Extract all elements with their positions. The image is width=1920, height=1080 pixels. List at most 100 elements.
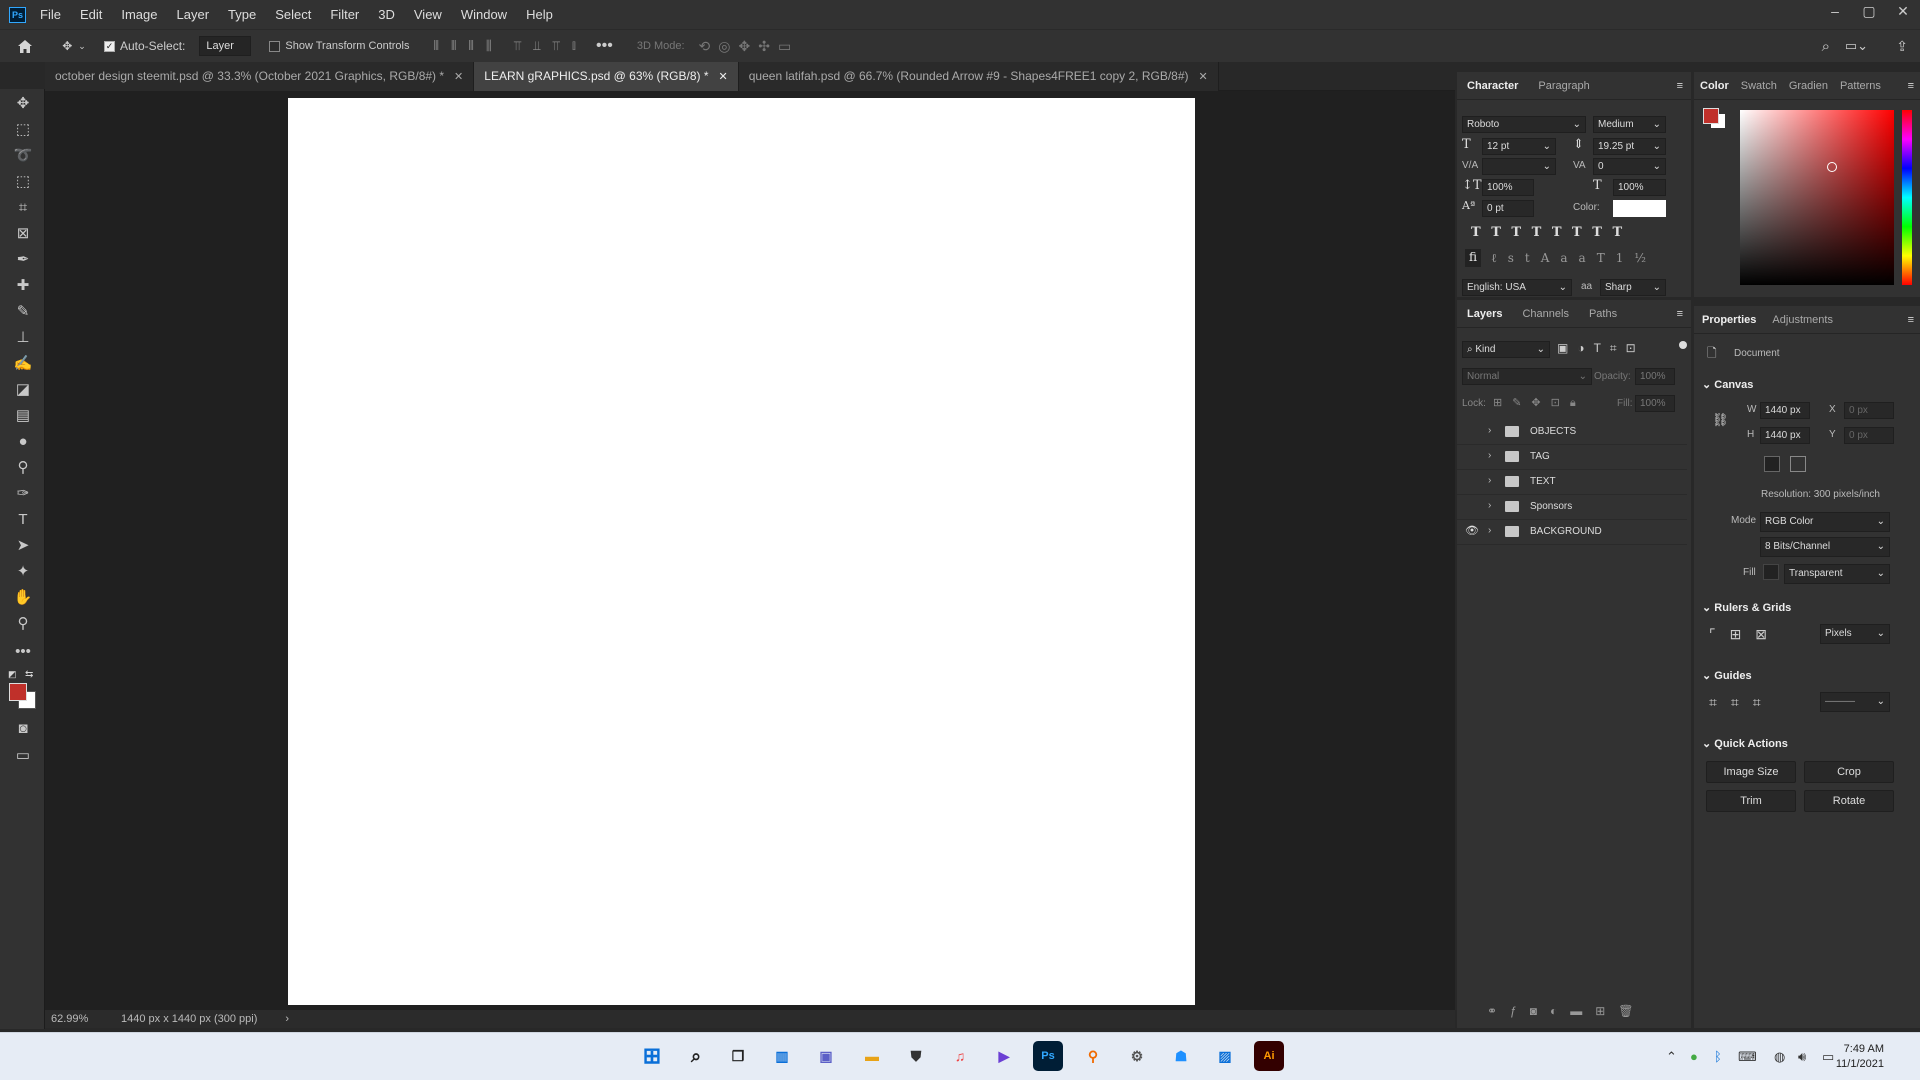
photoshop-taskbar-icon[interactable]: Ps [1033,1041,1063,1071]
landscape-icon[interactable] [1790,456,1806,472]
layer-row[interactable]: 👁︎ › BACKGROUND [1457,520,1687,545]
more-options-icon[interactable]: ••• [596,30,613,63]
3d-mode-icons[interactable]: ⟲◎✥✣▭ [699,30,800,63]
crop-tool-icon[interactable]: ⌗ [13,198,33,218]
color-mode-dropdown[interactable]: RGB Color ⌄ [1760,512,1890,532]
y-field[interactable]: 0 px [1844,427,1894,444]
link-icon[interactable]: ⛓︎ [1712,412,1729,428]
panel-menu-icon[interactable]: ≡ [1908,80,1914,92]
text-style-icons[interactable]: TTTTTTTT [1471,225,1633,240]
crop-button[interactable]: Crop [1804,761,1894,783]
font-style-dropdown[interactable]: Medium ⌄ [1593,116,1666,133]
antialias-dropdown[interactable]: Sharp ⌄ [1600,279,1666,296]
layer-filter-dropdown[interactable]: ⌕ Kind ⌄ [1462,341,1550,358]
people-icon[interactable]: ☗ [1166,1041,1196,1071]
swap-colors-icon[interactable]: ⇆ [25,669,33,680]
menu-view[interactable]: View [414,7,442,22]
search-app-icon[interactable]: ⚲ [1078,1041,1108,1071]
settings-icon[interactable]: ⚙ [1122,1041,1152,1071]
photos-icon[interactable]: ▨ [1210,1041,1240,1071]
baseline-shift-field[interactable]: 0 pt [1482,200,1534,217]
pen-tool-icon[interactable]: ✑ [13,484,33,504]
quick-actions-section-header[interactable]: ⌄ Quick Actions [1702,737,1788,750]
eyedropper-tool-icon[interactable]: ✒ [13,250,33,270]
color-field[interactable] [1740,110,1894,285]
font-family-dropdown[interactable]: Roboto ⌄ [1462,116,1586,133]
visibility-toggle[interactable] [1465,500,1478,513]
canvas-section-header[interactable]: ⌄ Canvas [1702,378,1753,391]
menu-file[interactable]: File [40,7,61,22]
maximize-button[interactable]: ▢ [1852,0,1886,29]
menu-edit[interactable]: Edit [80,7,102,22]
panel-menu-icon[interactable]: ≡ [1677,80,1683,92]
share-icon[interactable]: ⇪ [1896,30,1908,63]
panel-menu-icon[interactable]: ≡ [1908,314,1914,326]
chevron-right-icon[interactable]: › [1488,450,1491,461]
opacity-field[interactable]: 100% [1635,368,1675,385]
guides-icons[interactable]: ⌗⌗⌗ [1709,694,1775,711]
eraser-tool-icon[interactable]: ◪ [13,380,33,400]
music-app-icon[interactable]: ♫ [945,1041,975,1071]
hand-tool-icon[interactable]: ✋ [13,588,33,608]
layer-row[interactable]: › TAG [1457,445,1687,470]
minimize-button[interactable]: – [1818,0,1852,29]
language-dropdown[interactable]: English: USA ⌄ [1462,279,1572,296]
chat-icon[interactable]: ▣ [811,1041,841,1071]
close-button[interactable]: ✕ [1886,0,1920,29]
search-icon[interactable]: ⌕ [1822,30,1830,63]
type-tool-icon[interactable]: T [13,510,33,530]
rotate-button[interactable]: Rotate [1804,790,1894,812]
rulers-grids-section-header[interactable]: ⌄ Rulers & Grids [1702,601,1791,614]
tab-swatches[interactable]: Swatch [1735,80,1783,92]
tab-channels[interactable]: Channels [1512,308,1578,320]
zoom-tool-icon[interactable]: ⚲ [13,614,33,634]
system-clock[interactable]: 7:49 AM 11/1/2021 [1836,1042,1884,1072]
auto-select-checkbox[interactable]: ✓ Auto-Select: [104,30,185,63]
close-tab-icon[interactable]: ✕ [454,71,463,83]
tab-color[interactable]: Color [1694,80,1735,92]
menu-help[interactable]: Help [526,7,553,22]
move-tool-icon[interactable]: ✥ [13,94,33,114]
marquee-tool-icon[interactable]: ⬚ [13,120,33,140]
menu-select[interactable]: Select [275,7,311,22]
quick-mask-icon[interactable]: ◙ [13,719,33,739]
history-brush-tool-icon[interactable]: ✍ [13,354,33,374]
filter-toggle-icon[interactable] [1679,341,1687,349]
fill-swatch[interactable] [1763,564,1779,580]
chevron-right-icon[interactable]: › [1488,475,1491,486]
illustrator-taskbar-icon[interactable]: Ai [1254,1041,1284,1071]
tab-properties[interactable]: Properties [1694,314,1764,326]
tab-paragraph[interactable]: Paragraph [1528,80,1599,92]
menu-filter[interactable]: Filter [330,7,359,22]
document-canvas[interactable] [288,98,1195,1005]
units-dropdown[interactable]: Pixels ⌄ [1820,624,1890,644]
chevron-right-icon[interactable]: › [1488,500,1491,511]
foreground-color-swatch[interactable] [9,683,27,701]
tab-learn-graphics[interactable]: LEARN gRAPHICS.psd @ 63% (RGB/8) * ✕ [474,62,739,91]
leading-field[interactable]: 19.25 pt ⌄ [1593,138,1666,155]
file-explorer-icon[interactable]: ▬ [857,1041,887,1071]
eye-icon[interactable]: 👁︎ [1465,525,1479,538]
move-tool-icon[interactable]: ✥ ⌄ [50,30,98,63]
visibility-toggle[interactable] [1465,425,1478,438]
guide-style-dropdown[interactable]: ——— ⌄ [1820,692,1890,712]
visibility-toggle[interactable] [1465,475,1478,488]
panel-menu-icon[interactable]: ≡ [1677,308,1683,320]
show-transform-checkbox[interactable]: Show Transform Controls [269,30,409,63]
canvas-height-field[interactable]: 1440 px [1760,427,1810,444]
color-picker-handle[interactable] [1827,162,1837,172]
vertical-scale-field[interactable]: 100% [1482,179,1534,196]
status-menu-icon[interactable]: › [285,1013,289,1025]
horizontal-scale-field[interactable]: 100% [1613,179,1666,196]
chevron-up-icon[interactable]: ⌃ [1666,1049,1677,1065]
bluetooth-icon[interactable]: ᛒ [1714,1049,1722,1064]
distribute-icons[interactable]: ⫪⫫⫪⫾ [514,30,588,63]
screen-mode-icon[interactable]: ▭ [13,746,33,766]
layer-row[interactable]: › OBJECTS [1457,420,1687,445]
auto-select-target-dropdown[interactable]: Layer [199,36,252,56]
workspace-icon[interactable]: ▭⌄ [1845,30,1868,63]
rulers-grid-icons[interactable]: ⌜⊞⊠ [1709,626,1781,643]
frame-tool-icon[interactable]: ⊠ [13,224,33,244]
object-select-tool-icon[interactable]: ⬚ [13,172,33,192]
visibility-toggle[interactable] [1465,450,1478,463]
